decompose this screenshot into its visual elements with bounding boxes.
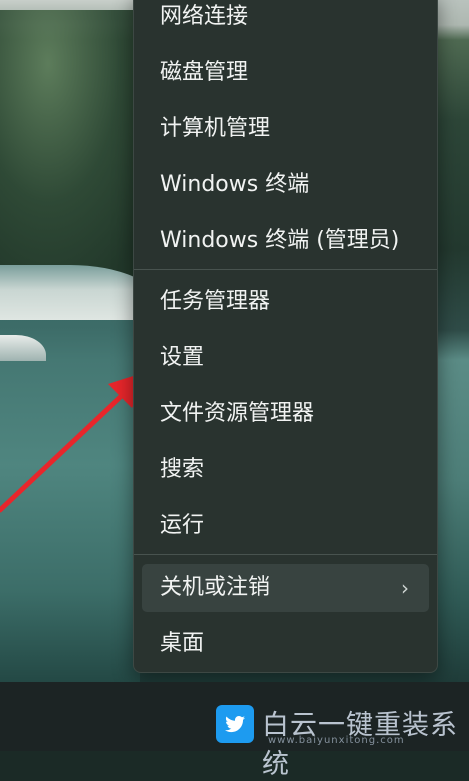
menu-separator	[134, 554, 437, 555]
menu-item-label: 桌面	[160, 631, 205, 656]
menu-item-label: 关机或注销	[160, 575, 271, 600]
menu-item-label: 运行	[160, 513, 205, 538]
menu-item-label: 计算机管理	[160, 116, 271, 141]
menu-item-search[interactable]: 搜索	[142, 446, 429, 494]
menu-item-run[interactable]: 运行	[142, 502, 429, 550]
twitter-bird-icon	[216, 705, 254, 743]
menu-item-disk-management[interactable]: 磁盘管理	[142, 49, 429, 97]
menu-item-label: 搜索	[160, 457, 205, 482]
menu-item-computer-management[interactable]: 计算机管理	[142, 105, 429, 153]
menu-item-label: 磁盘管理	[160, 60, 249, 85]
winx-context-menu: 网络连接 磁盘管理 计算机管理 Windows 终端 Windows 终端 (管…	[133, 0, 438, 673]
chevron-right-icon: ›	[401, 576, 409, 600]
menu-item-label: 网络连接	[160, 4, 249, 29]
menu-item-label: Windows 终端	[160, 172, 310, 197]
menu-separator	[134, 269, 437, 270]
menu-item-file-explorer[interactable]: 文件资源管理器	[142, 390, 429, 438]
menu-item-label: 文件资源管理器	[160, 401, 315, 426]
watermark-url: www.baiyunxitong.com	[268, 735, 405, 746]
menu-item-windows-terminal[interactable]: Windows 终端	[142, 161, 429, 209]
menu-item-network-connections[interactable]: 网络连接	[142, 0, 429, 41]
menu-item-label: 任务管理器	[160, 289, 271, 314]
menu-item-label: 设置	[160, 345, 205, 370]
menu-item-settings[interactable]: 设置	[142, 334, 429, 382]
menu-item-desktop[interactable]: 桌面	[142, 620, 429, 668]
menu-item-task-manager[interactable]: 任务管理器	[142, 278, 429, 326]
menu-item-shutdown-signout[interactable]: 关机或注销 ›	[142, 564, 429, 612]
menu-item-label: Windows 终端 (管理员)	[160, 228, 400, 253]
menu-item-windows-terminal-admin[interactable]: Windows 终端 (管理员)	[142, 217, 429, 265]
